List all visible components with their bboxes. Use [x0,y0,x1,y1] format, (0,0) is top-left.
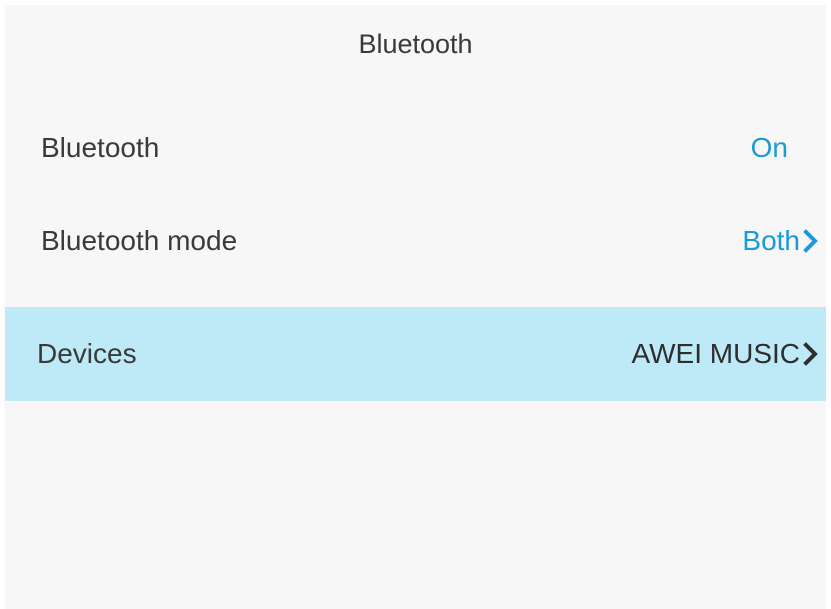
bluetooth-mode-value: Both [742,225,800,256]
devices-label: Devices [37,338,137,369]
chevron-right-icon [803,342,818,366]
chevron-right-icon [803,229,818,253]
bluetooth-mode-label: Bluetooth mode [41,225,238,256]
bluetooth-mode-value-group: Both [742,194,820,288]
setting-row-bluetooth-mode[interactable]: Bluetooth mode Both [5,194,826,288]
bluetooth-status-value: On [750,132,788,163]
devices-value: AWEI MUSIC [631,338,800,369]
devices-value-group: AWEI MUSIC [631,307,820,401]
bluetooth-label: Bluetooth [41,132,160,163]
bluetooth-settings-screen: Bluetooth Bluetooth On Bluetooth mode Bo… [5,5,826,609]
setting-row-bluetooth[interactable]: Bluetooth On [5,101,826,195]
setting-row-devices[interactable]: Devices AWEI MUSIC [5,307,826,401]
page-title: Bluetooth [358,29,473,59]
